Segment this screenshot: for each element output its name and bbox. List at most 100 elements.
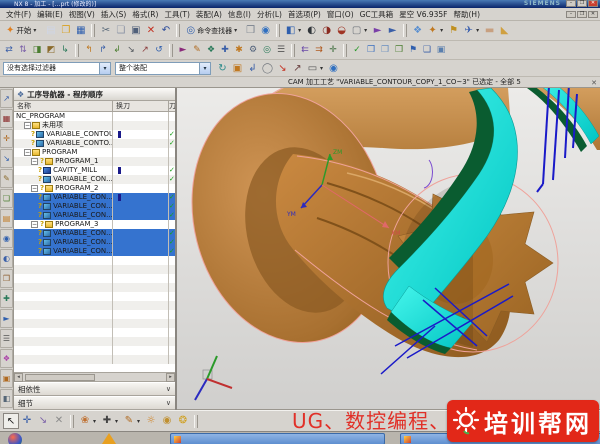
tree-row[interactable]: ?VARIABLE_CON...✓ — [14, 238, 175, 247]
snap-quadrant-icon[interactable]: ↺ — [152, 43, 166, 58]
child-minimize-button[interactable]: – — [566, 11, 576, 18]
snap-center-icon[interactable]: ↘ — [124, 43, 138, 58]
menu-item[interactable]: 格式(R) — [129, 9, 161, 20]
simulate-3-icon[interactable]: ❒ — [392, 43, 406, 58]
measure-icon[interactable]: ⚑ — [446, 23, 461, 38]
selection-scope-combo[interactable]: 整个装配 ▾ — [115, 62, 211, 75]
section-dependencies[interactable]: 相依性 ∨ — [14, 382, 175, 396]
note-icon[interactable]: ❑ — [420, 43, 434, 58]
wave-link-icon[interactable]: ⇅ — [16, 43, 30, 58]
tree-row[interactable]: −?PROGRAM_2 — [14, 184, 175, 193]
tree-row[interactable]: ?CAVITY_MILL✓ — [14, 166, 175, 175]
verify-toolpath-icon[interactable]: ◎ — [260, 43, 274, 58]
chevron-down-icon[interactable]: ▾ — [99, 63, 110, 74]
ruler-icon[interactable]: ▬ — [482, 23, 497, 38]
view-cube-icon[interactable]: ◧ — [283, 23, 298, 38]
angle-icon[interactable]: ◣ — [497, 23, 512, 38]
touch-panel-icon[interactable]: ❖ — [0, 349, 13, 368]
create-tool-icon[interactable]: ✎ — [190, 43, 204, 58]
command-finder-button[interactable]: ◎ 命令查找器 ▾ — [183, 25, 243, 36]
horizontal-scrollbar[interactable]: ◂ ▸ — [14, 373, 175, 382]
select-cursor-icon[interactable]: ↖ — [3, 413, 19, 429]
pan-view-icon[interactable]: ► — [385, 23, 400, 38]
face-analysis-icon[interactable]: ◒ — [334, 23, 349, 38]
system-scenes-icon[interactable]: ☰ — [0, 329, 13, 348]
tree-row[interactable]: ?VARIABLE_CONTOUR✓ — [14, 130, 175, 139]
edit-display-icon[interactable]: ⇇ — [298, 43, 312, 58]
menu-item[interactable]: 编辑(E) — [34, 9, 66, 20]
taskbar-button[interactable] — [170, 433, 385, 444]
reuse-library-icon[interactable]: ❏ — [0, 189, 13, 208]
manufacturing-wizard-icon[interactable]: ✚ — [0, 289, 13, 308]
delete-icon[interactable]: ✕ — [143, 23, 158, 38]
list-toolpath-icon[interactable]: ☰ — [274, 43, 288, 58]
rectangle-view-icon[interactable]: ▢ — [349, 23, 364, 38]
menu-item[interactable]: 装配(A) — [193, 9, 225, 20]
window-icon[interactable]: ❒ — [243, 23, 258, 38]
tree-row[interactable]: ?VARIABLE_CON...✓ — [14, 247, 175, 256]
child-restore-button[interactable]: ❐ — [577, 11, 587, 18]
create-program-icon[interactable]: ► — [176, 43, 190, 58]
machine-tool-navigator-icon[interactable]: ✎ — [0, 169, 13, 188]
flower-select-icon[interactable]: ❀ — [77, 413, 93, 429]
globe-icon[interactable]: ◉ — [258, 23, 273, 38]
rect-select-icon[interactable]: ▭ — [305, 61, 320, 76]
column-toolpath[interactable]: 刀 — [169, 101, 175, 111]
create-geometry-icon[interactable]: ❖ — [204, 43, 218, 58]
link-icon[interactable]: ⇄ — [2, 43, 16, 58]
tree-row[interactable]: −?PROGRAM_1 — [14, 157, 175, 166]
open-icon[interactable]: ❐ — [58, 23, 73, 38]
approve-icon[interactable]: ✓ — [350, 43, 364, 58]
child-close-button[interactable]: ✕ — [588, 11, 598, 18]
wireframe-view-icon[interactable]: ◑ — [319, 23, 334, 38]
image-icon[interactable]: ▣ — [434, 43, 448, 58]
expander-icon[interactable]: − — [31, 185, 38, 192]
create-operation-icon[interactable]: ✱ — [232, 43, 246, 58]
simulate-1-icon[interactable]: ❒ — [364, 43, 378, 58]
assembly-navigator-icon[interactable]: ↗ — [0, 89, 13, 108]
create-method-icon[interactable]: ✚ — [218, 43, 232, 58]
snap-mid-icon[interactable]: ↱ — [96, 43, 110, 58]
roles-icon[interactable]: ► — [0, 309, 13, 328]
graphics-window[interactable]: ZM YM XM — [177, 88, 600, 410]
tree-row[interactable]: ?VARIABLE_CONTO...✓ — [14, 139, 175, 148]
shaded-view-icon[interactable]: ◐ — [304, 23, 319, 38]
title-bar[interactable]: NX 8 - 加工 - […prt (修改的)] SIEMENS – ❐ ✕ — [0, 0, 600, 8]
column-name[interactable]: 名称 — [14, 101, 113, 111]
expander-icon[interactable]: − — [24, 122, 31, 129]
arrow-dark-icon[interactable]: ↗ — [290, 61, 305, 76]
paste-icon[interactable]: ▣ — [128, 23, 143, 38]
tree-row[interactable]: ?VARIABLE_CON...✓ — [14, 229, 175, 238]
tree-row[interactable]: −未用项 — [14, 121, 175, 130]
menu-item[interactable]: 文件(F) — [3, 9, 34, 20]
history-icon[interactable]: ◐ — [0, 249, 13, 268]
magnify-icon[interactable]: ◉ — [159, 413, 175, 429]
save-icon[interactable]: ▦ — [73, 23, 88, 38]
copy-icon[interactable]: ❏ — [113, 23, 128, 38]
scrollbar-thumb[interactable] — [25, 374, 95, 381]
close-icon[interactable]: ✕ — [591, 78, 597, 88]
deselect-icon[interactable]: ✕ — [51, 413, 67, 429]
plane-icon[interactable]: ✈ — [461, 23, 476, 38]
section-details[interactable]: 细节 ∨ — [14, 396, 175, 410]
menu-item[interactable]: GC工具箱 — [357, 9, 397, 20]
start-menu-button[interactable]: ✦ 开始 ▾ — [2, 25, 43, 36]
simulate-2-icon[interactable]: ❒ — [378, 43, 392, 58]
web-browser-icon[interactable]: ◉ — [0, 229, 13, 248]
minimize-button[interactable]: – — [566, 0, 576, 7]
generate-toolpath-icon[interactable]: ⚙ — [246, 43, 260, 58]
menu-item[interactable]: 工具(T) — [161, 9, 192, 20]
sphere-select-icon[interactable]: ◉ — [326, 61, 341, 76]
ellipse-icon[interactable]: ◯ — [260, 61, 275, 76]
spark-icon[interactable]: ✦ — [425, 23, 440, 38]
constraint-navigator-icon[interactable]: ▦ — [0, 109, 13, 128]
refresh-icon[interactable]: ↻ — [215, 61, 230, 76]
drag-select-icon[interactable]: ↘ — [35, 413, 51, 429]
machine-icon[interactable]: ✛ — [326, 43, 340, 58]
snap-end-icon[interactable]: ↰ — [82, 43, 96, 58]
snap-intersect-icon[interactable]: ↗ — [138, 43, 152, 58]
tree-row[interactable]: ?VARIABLE_CON...✓ — [14, 193, 175, 202]
chevron-down-icon[interactable]: ▾ — [199, 63, 210, 74]
menu-item[interactable]: 信息(I) — [225, 9, 254, 20]
return-icon[interactable]: ↲ — [245, 61, 260, 76]
